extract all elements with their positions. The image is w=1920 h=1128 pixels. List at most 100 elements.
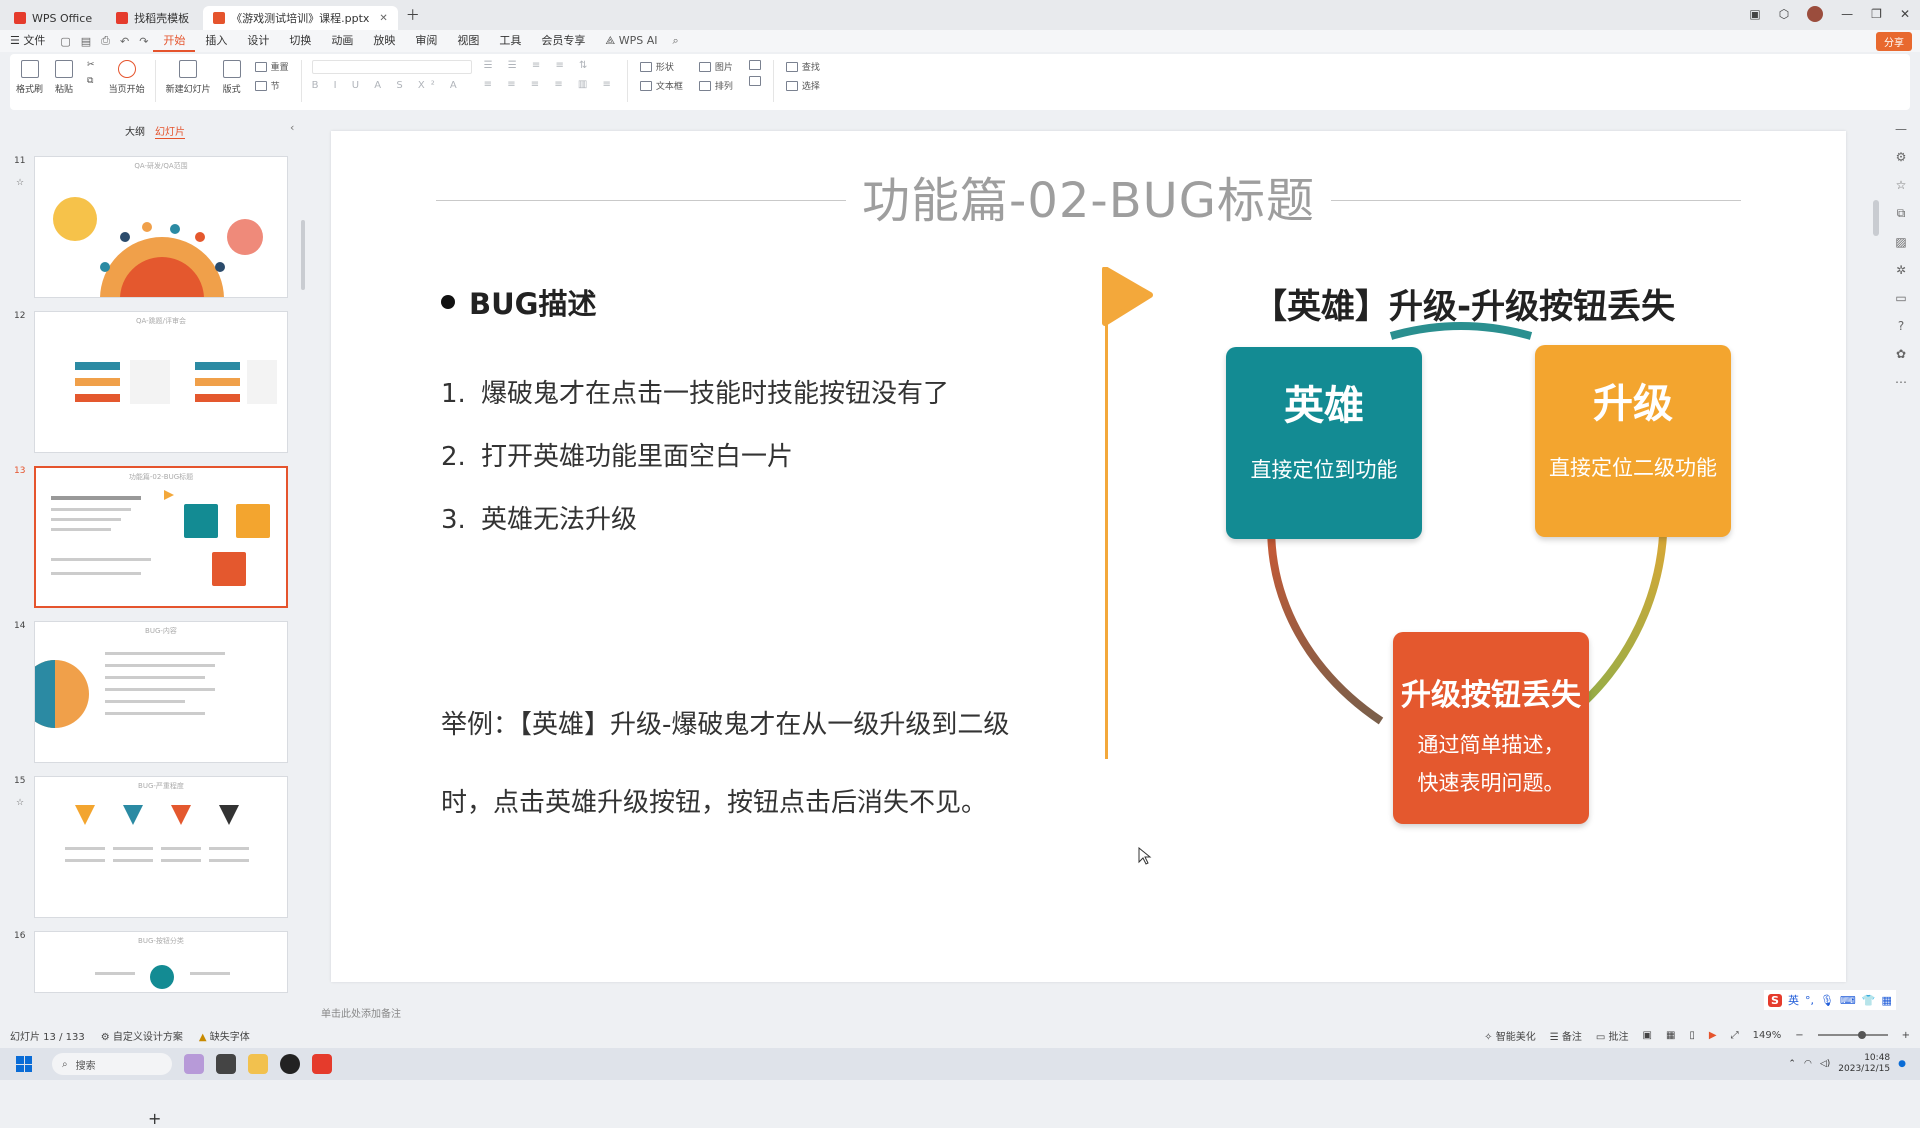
list-item[interactable]: 1. 爆破鬼才在点击一技能时技能按钮没有了 — [441, 373, 949, 410]
format-painter-button[interactable]: 格式刷 — [10, 60, 49, 95]
add-slide-button[interactable]: + — [148, 1109, 161, 1128]
shape-button[interactable]: 形状 — [639, 60, 683, 73]
slide-thumbnail[interactable]: BUG-严重程度 — [34, 776, 288, 918]
wifi-icon[interactable]: ◠ — [1804, 1059, 1812, 1069]
ime-toolbar[interactable]: S 英 °, 🎙 ⌨ 👕 ▦ — [1764, 990, 1896, 1010]
tab-template[interactable]: 找稻壳模板 — [106, 6, 199, 30]
reading-view-icon[interactable]: ▯ — [1689, 1030, 1695, 1041]
align-buttons[interactable]: ≡ ≡ ≡ ≡ ▥ ≡ — [484, 79, 617, 90]
slideshow-play-icon[interactable]: ▶ — [1709, 1030, 1717, 1041]
design-scheme[interactable]: ⚙ 自定义设计方案 — [101, 1028, 183, 1043]
zoom-out-button[interactable]: − — [1795, 1030, 1803, 1041]
restore-button[interactable]: ❐ — [1871, 7, 1882, 21]
print-icon[interactable]: ⎙ — [96, 34, 115, 48]
tab-outline[interactable]: 大纲 — [125, 123, 145, 139]
slide-thumbnail[interactable]: BUG-内容 — [34, 621, 288, 763]
section-button[interactable]: 节 — [254, 79, 289, 92]
close-window-button[interactable]: ✕ — [1900, 7, 1910, 21]
slide-thumbnail[interactable]: BUG-按钮分类 — [34, 931, 288, 993]
cube-icon[interactable]: ⬡ — [1779, 7, 1789, 21]
play-from-current-button[interactable]: 当页开始 — [103, 60, 151, 95]
arrange-button[interactable]: 排列 — [698, 79, 733, 92]
zoom-level[interactable]: 149% — [1753, 1030, 1782, 1041]
share-button[interactable]: 分享 — [1876, 32, 1912, 51]
wps-ai-button[interactable]: ⟁ WPS AI — [595, 30, 667, 52]
slide-scrollbar[interactable] — [1870, 116, 1884, 996]
menu-animation[interactable]: 动画 — [321, 30, 363, 52]
menu-home[interactable]: 开始 — [153, 30, 196, 52]
tools-icon[interactable]: ✲ — [1896, 263, 1906, 277]
menu-view[interactable]: 视图 — [447, 30, 489, 52]
file-explorer-icon[interactable] — [248, 1054, 268, 1074]
sorter-view-icon[interactable]: ▦ — [1666, 1030, 1675, 1041]
comments-button[interactable]: ▭ 批注 — [1596, 1028, 1629, 1043]
zoom-slider[interactable] — [1817, 1031, 1888, 1039]
file-menu[interactable]: ☰ 文件 — [0, 30, 55, 52]
microphone-icon[interactable]: 🎙 — [1820, 994, 1834, 1007]
outline-button[interactable] — [748, 76, 761, 86]
paste-button[interactable]: 粘贴 — [49, 60, 79, 95]
tab-wps-office[interactable]: WPS Office — [4, 6, 102, 30]
slide-canvas[interactable]: 功能篇-02-BUG标题 BUG描述 1. 爆破鬼才在点击一技能时技能按钮没有了 … — [331, 131, 1846, 982]
collapse-panel-icon[interactable]: ‹ — [290, 121, 294, 134]
windows-start-icon[interactable] — [16, 1056, 32, 1072]
slide-thumbnail[interactable]: QA-跳题/评审会 — [34, 311, 288, 453]
layout-icon[interactable]: ▣ — [1749, 7, 1760, 21]
thumbnail-scrollbar[interactable] — [301, 220, 305, 290]
scroll-thumb[interactable] — [1873, 200, 1879, 236]
cut-icon[interactable]: ✂ — [87, 60, 95, 70]
widgets-icon[interactable] — [184, 1054, 204, 1074]
clock[interactable]: 10:48 2023/12/15 — [1838, 1053, 1890, 1075]
font-family-select[interactable] — [311, 60, 472, 74]
slide-thumbnail[interactable]: QA-研发/QA范围 — [34, 156, 288, 298]
recorder-app-icon[interactable] — [280, 1054, 300, 1074]
menu-tools[interactable]: 工具 — [489, 30, 531, 52]
normal-view-icon[interactable]: ▣ — [1643, 1030, 1652, 1041]
help-icon[interactable]: ? — [1898, 319, 1904, 333]
ime-language[interactable]: 英 — [1788, 992, 1799, 1008]
menu-slideshow[interactable]: 放映 — [363, 30, 405, 52]
redo-icon[interactable]: ↷ — [134, 35, 153, 48]
fill-button[interactable] — [748, 60, 761, 70]
tab-slides[interactable]: 幻灯片 — [155, 123, 185, 139]
menu-member[interactable]: 会员专享 — [531, 30, 595, 52]
more-icon[interactable]: ⋯ — [1895, 375, 1907, 389]
taskbar-search[interactable]: ⌕ 搜索 — [52, 1053, 172, 1075]
menu-review[interactable]: 审阅 — [405, 30, 447, 52]
copy-icon[interactable]: ⧉ — [87, 76, 95, 86]
search-icon[interactable]: ⌕ — [668, 34, 684, 48]
notes-button[interactable]: ☰ 备注 — [1550, 1028, 1582, 1043]
volume-icon[interactable]: ◁) — [1820, 1059, 1830, 1069]
select-button[interactable]: 选择 — [785, 79, 820, 92]
notification-icon[interactable]: ● — [1898, 1059, 1906, 1069]
card-button-lost[interactable]: 升级按钮丢失 通过简单描述， 快速表明问题。 — [1393, 632, 1589, 824]
textbox-button[interactable]: 文本框 — [639, 79, 683, 92]
font-style-buttons[interactable]: B I U A S X² A — [312, 80, 472, 91]
card-upgrade[interactable]: 升级 直接定位二级功能 — [1535, 345, 1731, 537]
open-icon[interactable]: ▤ — [76, 35, 96, 48]
new-tab-button[interactable]: ＋ — [406, 5, 420, 25]
find-button[interactable]: 查找 — [785, 60, 820, 73]
layout-button[interactable]: 版式 — [217, 60, 247, 95]
list-item[interactable]: 3. 英雄无法升级 — [441, 499, 637, 536]
close-tab-icon[interactable]: ✕ — [379, 13, 387, 24]
image-icon[interactable]: ▨ — [1895, 235, 1906, 249]
new-slide-button[interactable]: 新建幻灯片 — [160, 60, 217, 95]
example-text[interactable]: 举例：【英雄】升级-爆破鬼才在从一级升级到二级 时，点击英雄升级按钮，按钮点击后… — [441, 686, 1081, 842]
ime-punct-icon[interactable]: °, — [1805, 994, 1814, 1007]
zoom-in-button[interactable]: + — [1902, 1030, 1910, 1041]
card-hero[interactable]: 英雄 直接定位到功能 — [1226, 347, 1422, 539]
list-item[interactable]: 2. 打开英雄功能里面空白一片 — [441, 436, 793, 473]
menu-design[interactable]: 设计 — [237, 30, 279, 52]
undo-icon[interactable]: ↶ — [115, 35, 134, 48]
notes-placeholder[interactable]: 单击此处添加备注 — [321, 1005, 401, 1020]
gift-icon[interactable]: ✿ — [1896, 347, 1906, 361]
fit-icon[interactable]: ⤢ — [1731, 1030, 1739, 1041]
grid-icon[interactable]: ▦ — [1882, 994, 1892, 1007]
picture-button[interactable]: 图片 — [698, 60, 733, 73]
collapse-icon[interactable]: — — [1895, 122, 1907, 136]
menu-insert[interactable]: 插入 — [195, 30, 237, 52]
missing-font[interactable]: ▲ 缺失字体 — [199, 1028, 250, 1043]
copy-icon[interactable]: ⧉ — [1897, 206, 1906, 221]
zoom-knob[interactable] — [1857, 1031, 1866, 1039]
